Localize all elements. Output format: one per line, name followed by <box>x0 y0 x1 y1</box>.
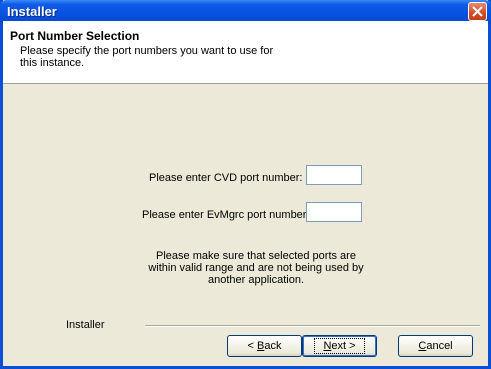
cancel-button[interactable]: Cancel <box>398 335 473 357</box>
evmgrc-port-input[interactable] <box>306 202 362 222</box>
evmgrc-port-label: Please enter EvMgrc port number: <box>142 209 310 221</box>
back-rest: ack <box>264 340 282 352</box>
page-title: Port Number Selection <box>10 29 140 43</box>
cvd-port-input[interactable] <box>306 165 362 185</box>
page-subtitle: Please specify the port numbers you want… <box>20 45 274 69</box>
header-panel: Port Number Selection Please specify the… <box>3 21 488 84</box>
back-button[interactable]: < Back <box>227 335 302 357</box>
footer-group-label: Installer <box>66 319 105 331</box>
close-button[interactable] <box>468 2 487 21</box>
next-button[interactable]: Next > <box>302 335 377 357</box>
installer-window: Installer Port Number Selection Please s… <box>0 0 491 369</box>
window-title: Installer <box>7 4 57 19</box>
cancel-rest: ancel <box>426 340 453 352</box>
port-note: Please make sure that selected ports are… <box>148 250 364 286</box>
back-prefix: < <box>247 340 257 352</box>
cvd-port-label: Please enter CVD port number: <box>149 172 303 184</box>
footer-divider <box>145 325 480 327</box>
close-icon <box>472 6 483 17</box>
next-rest: ext > <box>331 340 356 352</box>
next-focus-rect: Next > <box>314 338 365 354</box>
